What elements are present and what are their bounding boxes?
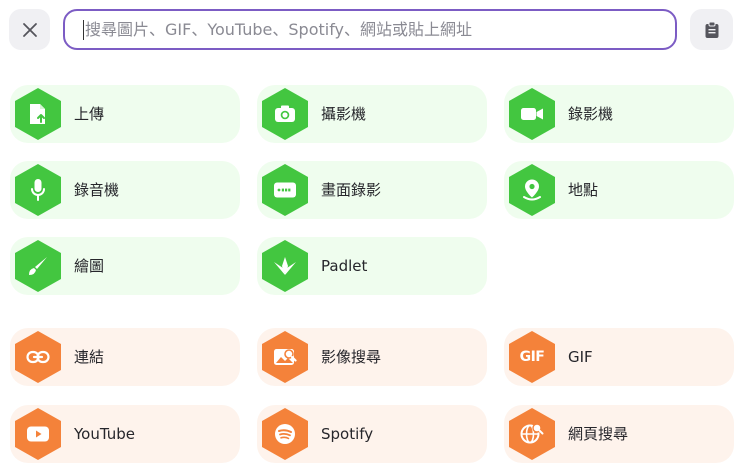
option-label: YouTube [74, 425, 135, 443]
option-video-recorder[interactable]: 錄影機 [504, 85, 734, 143]
option-camera[interactable]: 攝影機 [257, 85, 487, 143]
option-label: 地點 [568, 181, 599, 199]
youtube-icon-badge [15, 408, 61, 460]
brush-icon-badge [15, 240, 61, 292]
camera-icon-badge [262, 88, 308, 140]
option-label: 繪圖 [74, 257, 105, 275]
option-label: Spotify [321, 425, 374, 443]
web-search-icon-badge [509, 408, 555, 460]
microphone-icon-badge [15, 164, 61, 216]
link-icon-badge [15, 331, 61, 383]
close-button[interactable] [9, 9, 50, 50]
option-audio-recorder[interactable]: 錄音機 [10, 161, 240, 219]
camera-icon [275, 105, 295, 122]
gif-icon: GIF [519, 349, 545, 365]
option-web-search[interactable]: 網頁搜尋 [504, 405, 734, 463]
option-screen-record[interactable]: 畫面錄影 [257, 161, 487, 219]
option-spotify[interactable]: Spotify [257, 405, 487, 463]
image-search-icon-badge [262, 331, 308, 383]
text-caret [83, 19, 84, 40]
option-upload[interactable]: 上傳 [10, 85, 240, 143]
option-label: 上傳 [74, 105, 105, 123]
brush-icon [29, 257, 47, 275]
padlet-icon-badge [262, 240, 308, 292]
link-icon [26, 350, 50, 364]
option-padlet[interactable]: Padlet [257, 237, 487, 295]
option-draw[interactable]: 繪圖 [10, 237, 240, 295]
option-label: 攝影機 [321, 105, 367, 123]
search-input[interactable] [85, 20, 675, 39]
clipboard-icon [705, 21, 718, 38]
upload-icon-badge [15, 88, 61, 140]
screen-record-icon [274, 182, 296, 198]
search-field[interactable] [63, 9, 677, 50]
option-label: 連結 [74, 348, 105, 366]
location-icon-badge [509, 164, 555, 216]
option-location[interactable]: 地點 [504, 161, 734, 219]
screen-record-icon-badge [262, 164, 308, 216]
option-youtube[interactable]: YouTube [10, 405, 240, 463]
spotify-icon-badge [262, 408, 308, 460]
video-camera-icon [521, 108, 543, 120]
close-icon [22, 22, 37, 37]
gif-icon-badge: GIF [509, 331, 555, 383]
option-gif[interactable]: GIF GIF [504, 328, 734, 386]
location-pin-icon [523, 179, 541, 201]
option-image-search[interactable]: 影像搜尋 [257, 328, 487, 386]
paste-button[interactable] [690, 9, 733, 50]
option-label: 影像搜尋 [321, 348, 382, 366]
option-label: 錄音機 [74, 181, 120, 199]
option-link[interactable]: 連結 [10, 328, 240, 386]
spotify-icon [275, 424, 295, 444]
youtube-icon [27, 426, 49, 442]
upload-file-icon [30, 104, 45, 124]
image-search-icon [274, 349, 297, 365]
option-label: 畫面錄影 [321, 181, 382, 199]
option-label: Padlet [321, 257, 368, 275]
padlet-logo-icon [274, 257, 296, 275]
option-label: GIF [568, 348, 593, 366]
video-camera-icon-badge [509, 88, 555, 140]
option-label: 網頁搜尋 [568, 425, 629, 443]
microphone-icon [31, 179, 45, 201]
web-search-icon [520, 423, 544, 444]
option-label: 錄影機 [568, 105, 614, 123]
